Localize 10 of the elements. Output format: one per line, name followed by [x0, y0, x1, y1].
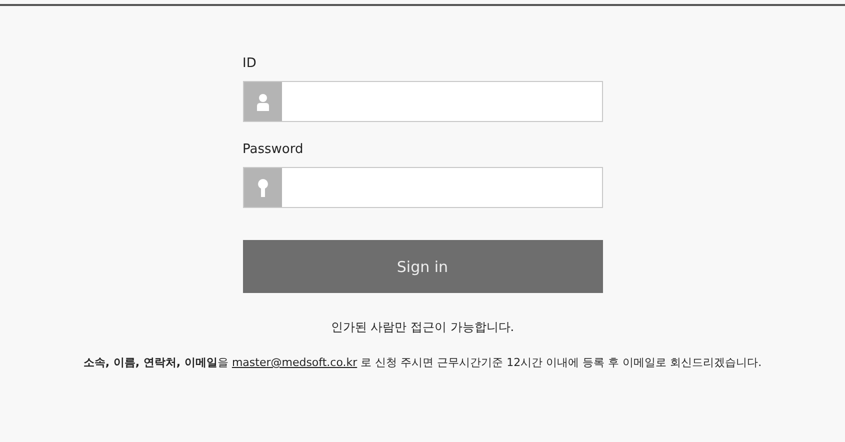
field-label: Password: [242, 142, 304, 158]
input-field[interactable]: [242, 81, 602, 122]
key-icon: [256, 178, 268, 198]
email-link[interactable]: master@medsoft.co.kr: [232, 356, 358, 369]
access-notice: 인가된 사람만 접근이 가능합니다.: [330, 319, 514, 335]
field-label: ID: [242, 56, 258, 72]
sign-in-button[interactable]: Sign in: [242, 240, 602, 293]
registration-notice: 소속, 이름, 연락처, 이메일을 master@medsoft.co.kr 로 신청 주시면 근무시간기준 12시간 이내에 등록 후 이메일로 회신드리겠습니다.: [83, 355, 762, 371]
user-icon: [256, 92, 270, 110]
input-field[interactable]: [242, 167, 602, 208]
